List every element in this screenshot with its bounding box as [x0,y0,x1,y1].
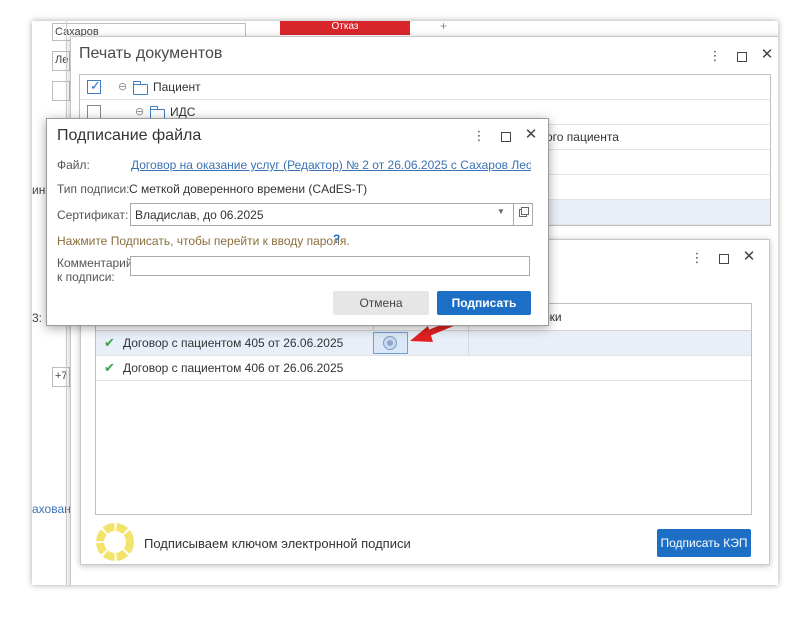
document-label: Договор с пациентом 406 от 26.06.2025 [123,361,344,375]
maximize-icon[interactable] [719,254,729,264]
document-label: Договор с пациентом 405 от 26.06.2025 [123,336,344,350]
certificate-select[interactable]: Владислав, до 06.2025 ▼ [130,203,515,226]
signature-status-icon[interactable] [383,336,397,350]
left-label-2: 3: [32,311,43,325]
certificate-label: Сертификат: [57,208,129,222]
comment-label: Комментарий [57,256,133,270]
window-title: Печать документов [79,45,223,62]
status-text: Подписываем ключом электронной подписи [144,536,411,551]
sign-button[interactable]: Подписать [437,291,531,315]
dialog-title: Подписание файла [57,127,202,144]
cancel-button[interactable]: Отмена [333,291,429,315]
comment-label-2: к подписи: [57,270,115,284]
table-row[interactable]: ✔ Договор с пациентом 406 от 26.06.2025 [96,356,751,381]
sign-type-label: Тип подписи: [57,182,130,196]
phone-field[interactable]: +7 [52,367,70,387]
collapse-icon[interactable]: ⊖ [135,105,144,118]
maximize-icon[interactable] [501,132,511,142]
close-icon[interactable]: ✕ [760,47,774,62]
refusal-tab[interactable]: Отказ [280,21,410,35]
checkmark-icon: ✓ [90,78,101,93]
close-icon[interactable]: ✕ [742,249,756,264]
more-icon[interactable]: ⋮ [472,129,486,143]
left-link[interactable]: ахован [32,502,71,516]
success-check-icon: ✔ [104,335,115,350]
more-icon[interactable]: ⋮ [690,251,704,265]
checkbox[interactable]: ✓ [87,78,101,94]
tree-row[interactable]: ✓ ⊖ Пациент [80,75,770,100]
sign-kep-button[interactable]: Подписать КЭП [657,529,751,557]
comment-input[interactable] [130,256,530,276]
loading-spinner-icon [96,523,134,561]
help-icon[interactable]: ? [333,232,340,246]
checkbox[interactable] [87,105,101,119]
tree-item-label: Пациент [153,80,201,94]
dropdown-arrow-icon[interactable]: ▼ [497,207,505,216]
success-check-icon: ✔ [104,360,115,375]
open-certificate-button[interactable] [513,203,533,226]
tree-item-label-partial: ого пациента [546,130,619,144]
folder-icon [133,81,148,95]
file-label: Файл: [57,158,90,172]
tree-item-label: ИДС [170,105,196,119]
sign-type-value: С меткой доверенного времени (CAdES-T) [129,182,368,196]
certificate-value: Владислав, до 06.2025 [135,208,264,222]
left-label: ин [32,183,46,197]
hint-text: Нажмите Подписать, чтобы перейти к вводу… [57,234,350,248]
add-tab-icon[interactable]: + [440,21,447,33]
collapse-icon[interactable]: ⊖ [118,80,127,93]
more-icon[interactable]: ⋮ [708,49,722,63]
maximize-icon[interactable] [737,52,747,62]
left-field[interactable]: Ле [52,51,70,71]
sign-file-dialog: Подписание файла ⋮ ✕ Файл: Договор на ок… [46,118,549,326]
file-link[interactable]: Договор на оказание услуг (Редактор) № 2… [131,158,531,172]
close-icon[interactable]: ✕ [524,127,538,142]
left-field-2[interactable] [52,81,70,101]
